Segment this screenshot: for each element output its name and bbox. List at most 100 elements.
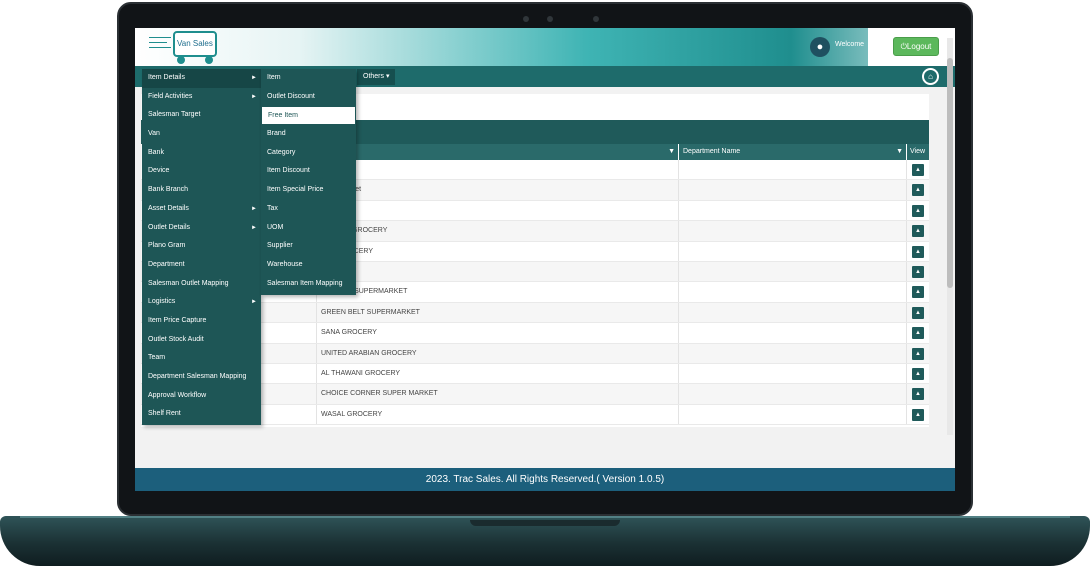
view-icon[interactable]: ▲ <box>912 327 924 340</box>
submenu-item[interactable]: Salesman Item Mapping <box>261 275 356 294</box>
submenu-item[interactable]: Outlet Discount <box>261 88 356 107</box>
menu-item-label: Item Details <box>148 74 185 81</box>
submenu-item-label: Item Discount <box>267 167 310 175</box>
menu-item-label: Outlet Details <box>148 223 191 231</box>
submenu-item-label: Salesman Item Mapping <box>267 279 343 287</box>
logout-button[interactable]: ⏻Logout <box>893 37 939 56</box>
view-icon[interactable]: ▲ <box>912 408 924 421</box>
view-icon[interactable]: ▲ <box>912 225 924 238</box>
menu-item-label: Shelf Rent <box>148 410 181 418</box>
menu-item-label: Field Activities <box>148 92 193 100</box>
submenu-item[interactable]: UOM <box>261 219 356 238</box>
arrow-right-icon: ► <box>251 205 257 212</box>
logout-label: Logout <box>906 42 932 51</box>
menu-item[interactable]: Shelf Rent <box>142 405 261 424</box>
view-icon[interactable]: ▲ <box>912 286 924 299</box>
menu-item-label: Approval Workflow <box>148 391 207 399</box>
menu-item[interactable]: Team <box>142 349 261 368</box>
menu-item[interactable]: Department Salesman Mapping <box>142 368 261 387</box>
menu-item-label: Outlet Stock Audit <box>148 335 204 343</box>
submenu-item[interactable]: Item <box>261 69 356 88</box>
menu-item[interactable]: Approval Workflow <box>142 387 261 406</box>
view-icon[interactable]: ▲ <box>912 388 924 401</box>
menu-item-label: Salesman Target <box>148 111 201 119</box>
menu-item-label: Department Salesman Mapping <box>148 373 247 380</box>
camera-dot <box>523 16 529 22</box>
logo-text: Van Sales <box>177 39 213 48</box>
submenu-item[interactable]: Supplier <box>261 237 356 256</box>
camera-dot <box>593 16 599 22</box>
col-header-view: View <box>907 144 929 160</box>
view-icon[interactable]: ▲ <box>912 347 924 360</box>
camera-lens <box>547 16 553 22</box>
submenu-item-label: UOM <box>267 223 284 231</box>
cell-outlet-name: UNITED ARABIAN GROCERY <box>321 349 417 357</box>
menu-item[interactable]: Department <box>142 256 261 275</box>
menu-item-label: Device <box>148 167 170 175</box>
menu-item[interactable]: Outlet Stock Audit <box>142 331 261 350</box>
submenu-item-label: Warehouse <box>267 260 303 268</box>
menu-item[interactable]: Van <box>142 125 261 144</box>
col-header-department[interactable]: Department Name ▼ <box>679 144 906 160</box>
submenu-item-label: Supplier <box>267 242 293 250</box>
scroll-thumb[interactable] <box>947 58 953 288</box>
menu-item-label: Bank <box>148 148 164 156</box>
submenu-item[interactable]: Tax <box>261 200 356 219</box>
cell-outlet-name: AL THAWANI GROCERY <box>321 369 401 377</box>
submenu-item-label: Item Special Price <box>267 186 324 194</box>
menu-item[interactable]: Logistics ► <box>142 293 261 312</box>
laptop-base <box>0 516 1090 566</box>
view-icon[interactable]: ▲ <box>912 204 924 217</box>
view-icon[interactable]: ▲ <box>912 367 924 380</box>
user-icon[interactable]: ● <box>810 37 830 57</box>
col-header-name[interactable]: e ▼ <box>317 144 678 160</box>
page-scrollbar[interactable] <box>947 38 953 435</box>
view-icon[interactable]: ▲ <box>912 265 924 278</box>
arrow-right-icon: ► <box>251 93 257 100</box>
welcome-text: Welcome <box>835 41 865 48</box>
menu-item[interactable]: Item Price Capture <box>142 312 261 331</box>
menu-item-label: Item Price Capture <box>148 316 207 324</box>
view-icon[interactable]: ▲ <box>912 184 924 197</box>
menu-item[interactable]: Field Activities ► <box>142 88 261 107</box>
submenu-item[interactable]: Category <box>261 144 356 163</box>
menu-item[interactable]: Outlet Details ► <box>142 219 261 238</box>
submenu-item[interactable]: Free Item <box>261 106 356 126</box>
menu-item[interactable]: Salesman Target <box>142 106 261 125</box>
submenu-item[interactable]: Brand <box>261 125 356 144</box>
menu-item[interactable]: Item Details ► <box>142 69 261 88</box>
filter-icon[interactable]: ▼ <box>668 144 675 160</box>
view-icon[interactable]: ▲ <box>912 245 924 258</box>
menu-item[interactable]: Salesman Outlet Mapping <box>142 275 261 294</box>
submenu-item[interactable]: Warehouse <box>261 256 356 275</box>
menu-item[interactable]: Asset Details ► <box>142 200 261 219</box>
menu-item-label: Team <box>148 354 166 362</box>
view-icon[interactable]: ▲ <box>912 164 924 176</box>
laptop-mockup: Van Sales ● Welcome ⏻Logout Others ▾ ⌂ e… <box>0 0 1090 580</box>
menu-item-label: Plano Gram <box>148 242 186 250</box>
submenu-item[interactable]: Item Discount <box>261 162 356 181</box>
menu-item[interactable]: Device <box>142 162 261 181</box>
submenu-item-label: Item <box>267 74 281 81</box>
van-sales-logo: Van Sales <box>147 31 227 65</box>
submenu-item[interactable]: Item Special Price <box>261 181 356 200</box>
home-icon[interactable]: ⌂ <box>922 68 939 85</box>
submenu-item-label: Outlet Discount <box>267 92 315 100</box>
submenu-item-label: Category <box>267 148 296 156</box>
arrow-right-icon: ► <box>251 224 257 231</box>
view-icon[interactable]: ▲ <box>912 306 924 319</box>
submenu-item-label: Free Item <box>268 112 298 120</box>
menu-item[interactable]: Bank Branch <box>142 181 261 200</box>
dropdown-submenu-item-details: Item Outlet Discount Free Item Brand Categor… <box>261 69 356 295</box>
menu-item-label: Asset Details <box>148 204 189 212</box>
menu-item-label: Van <box>148 130 160 138</box>
menu-item-label: Logistics <box>148 298 176 306</box>
filter-icon[interactable]: ▼ <box>896 144 903 160</box>
cell-outlet-name: SANA GROCERY <box>321 329 377 337</box>
menu-item-label: Salesman Outlet Mapping <box>148 279 229 287</box>
menu-item[interactable]: Bank <box>142 144 261 163</box>
submenu-item-label: Tax <box>267 204 278 212</box>
nav-others[interactable]: Others ▾ <box>357 69 396 85</box>
arrow-right-icon: ► <box>251 299 257 306</box>
menu-item[interactable]: Plano Gram <box>142 237 261 256</box>
